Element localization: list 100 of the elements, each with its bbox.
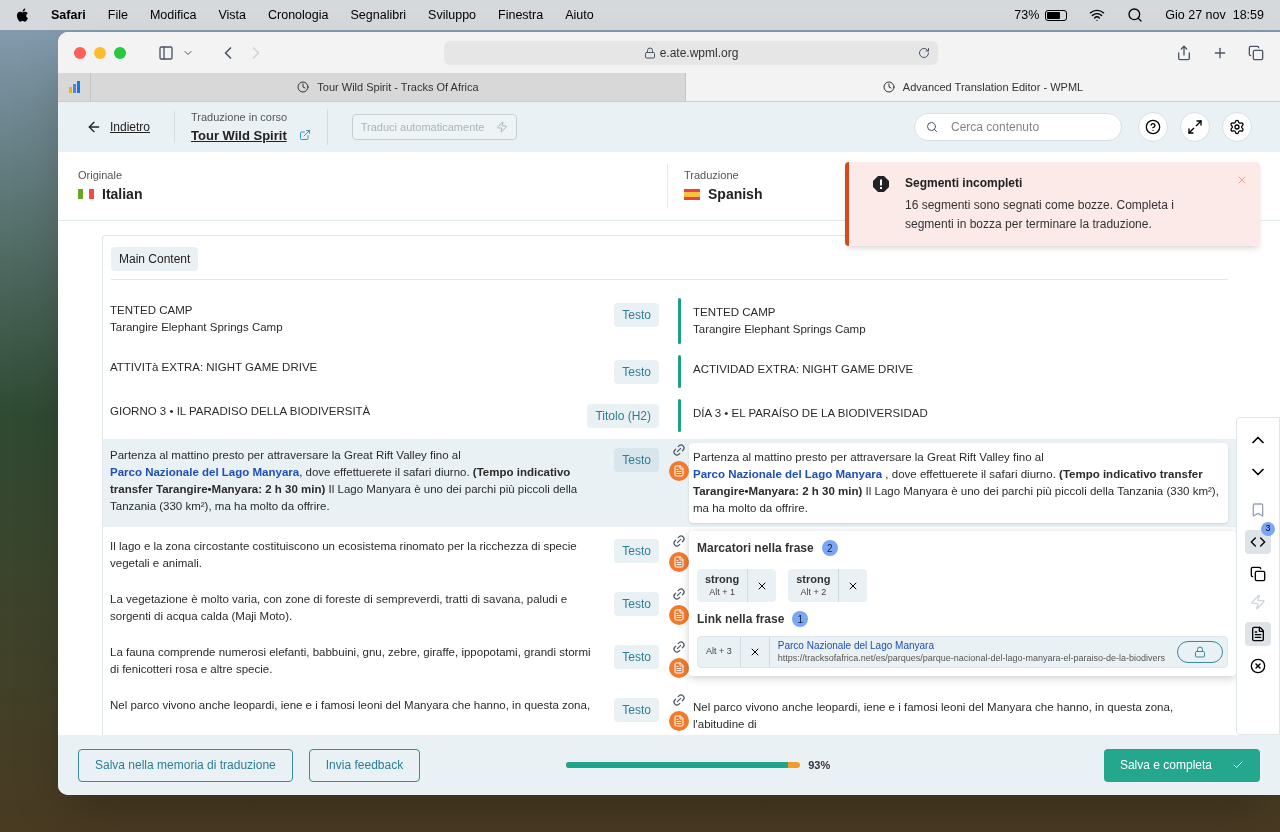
- panel-heading: Link nella frase: [697, 611, 785, 628]
- source-language-caption: Originale: [78, 168, 124, 184]
- lock-icon: [643, 46, 656, 59]
- draft-status-icon[interactable]: [669, 552, 689, 572]
- share-icon[interactable]: [1176, 44, 1192, 61]
- target-editor[interactable]: [689, 443, 1228, 523]
- marker-name: strong: [796, 573, 831, 586]
- count-badge: 2: [821, 540, 838, 556]
- marker-shortcut: Alt + 1: [709, 586, 735, 598]
- target-text: DÍA 3 • EL PARAÍSO DE LA BIODIVERSIDAD: [693, 406, 929, 421]
- link-shortcut: Alt + 3: [698, 637, 741, 667]
- source-language: Italian: [102, 184, 143, 204]
- link[interactable]: Parco Nazionale del Lago Manyara: [693, 468, 883, 480]
- segment-type-tag: Testo: [614, 645, 659, 669]
- help-button[interactable]: [1138, 112, 1168, 142]
- italy-flag-icon: [78, 189, 94, 200]
- source-text: La fauna comprende numerosi elefanti, babbuini, gnu, zebre, giraffe, ippopotami, grandi stormi di fenicotteri rosa e altre specie.: [110, 645, 592, 677]
- target-text: TENTED CAMP Tarangire Elephant Springs Camp: [693, 305, 867, 337]
- segment-type-tag: Testo: [614, 303, 659, 327]
- draft-status-icon[interactable]: [669, 658, 689, 678]
- source-text: ATTIVITà EXTRA: NIGHT GAME DRIVE: [110, 360, 319, 375]
- menu-item[interactable]: Vista: [218, 5, 247, 25]
- menu-item[interactable]: Modifica: [149, 5, 197, 25]
- menu-clock[interactable]: Gio 27 nov 18:59: [1165, 5, 1264, 25]
- address-bar[interactable]: e.ate.wpml.org: [444, 40, 938, 65]
- source-text: Partenza al mattino presto per attraversare la Great Rift Valley fino al Parco Nazionale del Lago Manyara, dove effettuerete il safari diurno. (Tempo indicativo transfer Tarangire•Manyara: 2 h 30 min) Il Lago Manyara è uno dei parchi più piccoli della Tanzania (330 km²), ma ha molto da offrire.: [110, 448, 579, 514]
- bookmark-icon[interactable]: [1250, 502, 1266, 518]
- lock-button[interactable]: [1177, 640, 1223, 663]
- menu-item[interactable]: Finestra: [498, 5, 544, 25]
- close-circle-icon[interactable]: [1250, 658, 1266, 674]
- menu-item[interactable]: File: [107, 5, 128, 25]
- panel-heading: Marcatori nella frase: [697, 540, 814, 557]
- source-cell[interactable]: [103, 439, 669, 527]
- tags-badge: 3: [1261, 522, 1275, 536]
- search-field[interactable]: Cerca contenuto: [914, 113, 1122, 141]
- target-editor[interactable]: TENTED CAMP Tarangire Elephant Springs Camp: [689, 298, 1228, 344]
- browser-tab[interactable]: Tour Wild Spirit - Tracks Of Africa: [90, 73, 686, 101]
- menu-item[interactable]: Segnalibri: [350, 5, 407, 25]
- link-url: https://tracksofafrica.net/es/parques/parque-nacional-del-lago-manyara-el-paraiso-de-la-biodivers: [777, 651, 1166, 664]
- close-window-button[interactable]: [74, 46, 86, 59]
- marker-chip[interactable]: strong Alt + 2: [788, 569, 868, 602]
- expand-icon[interactable]: [1187, 119, 1203, 135]
- notes-icon[interactable]: [1250, 626, 1266, 642]
- sidebar-icon[interactable]: [158, 44, 174, 61]
- tab-overview-icon[interactable]: [1248, 44, 1264, 61]
- target-editor[interactable]: Nel parco vivono anche leopardi, iene e i famosi leoni del Manyara che hanno, in questa zona, l'abitudine di: [689, 693, 1228, 735]
- segment-type-tag: Titolo (H2): [587, 404, 659, 428]
- segment-type-tag: Testo: [614, 448, 659, 472]
- battery-icon[interactable]: [1045, 9, 1068, 21]
- notification-title: Segmenti incompleti: [905, 175, 1024, 192]
- link-title: Parco Nazionale del Lago Manyara: [777, 639, 935, 652]
- page-title-link[interactable]: Tour Wild Spirit: [191, 125, 287, 145]
- spain-flag-icon: [684, 188, 700, 200]
- source-text: La vegetazione è molto varia, con zone di foreste di sempreverdi, tratti di savana, paludi e sorgenti di acqua calda (Maji Moto).: [110, 592, 569, 624]
- menu-item[interactable]: Cronologia: [268, 5, 329, 25]
- save-memory-button[interactable]: Salva nella memoria di traduzione: [78, 748, 293, 782]
- code-icon[interactable]: [1250, 534, 1266, 550]
- draft-status-icon[interactable]: [669, 605, 689, 625]
- tags-button[interactable]: [1245, 530, 1271, 554]
- external-link-icon[interactable]: [298, 129, 311, 142]
- marker-name: strong: [705, 573, 740, 586]
- progress-reading: 93%: [808, 757, 831, 773]
- draft-status-icon[interactable]: [669, 461, 689, 481]
- feedback-button[interactable]: Invia feedback: [308, 748, 421, 782]
- back-arrow-icon[interactable]: [86, 119, 102, 135]
- wifi-icon[interactable]: [1089, 7, 1106, 23]
- tab-favicon-icon: [882, 81, 895, 93]
- target-language-caption: Traduzione: [684, 168, 740, 184]
- menu-app-name[interactable]: Safari: [51, 5, 86, 25]
- notes-button[interactable]: [1245, 622, 1271, 646]
- browser-tab[interactable]: Advanced Translation Editor - WPML: [686, 73, 1280, 101]
- copy-icon[interactable]: [1250, 566, 1266, 582]
- target-text: Partenza al mattino presto per attraversare la Great Rift Valley fino al Parco Nazionale del Lago Manyara , dove effettuerete il safari diurno. (Tempo indicativo transfer Tarangire•Manyara: 2 h 30 min) Il Lago Manyara è uno dei parchi più piccoli della Tanzania (330 km²), ma ha molto da offrire.: [693, 450, 1220, 516]
- reload-icon[interactable]: [918, 46, 930, 59]
- pinned-tab[interactable]: [58, 73, 90, 101]
- marker-chip[interactable]: strong Alt + 1: [697, 569, 777, 602]
- target-text: ACTIVIDAD EXTRA: NIGHT GAME DRIVE: [693, 362, 915, 377]
- source-text: TENTED CAMP Tarangire Elephant Springs Camp: [110, 303, 284, 335]
- lock-icon[interactable]: [1194, 645, 1206, 658]
- menu-item[interactable]: Sviluppo: [428, 5, 477, 25]
- source-text: GIORNO 3 • IL PARADISO DELLA BIODIVERSITÀ: [110, 404, 372, 419]
- menu-item[interactable]: Aiuto: [565, 5, 594, 25]
- back-link[interactable]: Indietro: [86, 111, 176, 143]
- search-icon[interactable]: [1127, 7, 1144, 23]
- target-editor[interactable]: DÍA 3 • EL PARAÍSO DE LA BIODIVERSIDAD: [689, 399, 1228, 428]
- tab-favicon-icon: [297, 81, 310, 93]
- fullscreen-button[interactable]: [1180, 112, 1210, 142]
- address-text: e.ate.wpml.org: [659, 44, 739, 62]
- marker-shortcut: Alt + 2: [800, 586, 827, 598]
- target-text: Nel parco vivono anche leopardi, iene e i famosi leoni del Manyara che hanno, in questa zona, l'abitudine di: [693, 700, 1175, 732]
- target-editor[interactable]: ACTIVIDAD EXTRA: NIGHT GAME DRIVE: [689, 355, 1228, 384]
- search-icon: [926, 121, 938, 133]
- apple-logo-icon[interactable]: [16, 7, 29, 23]
- link-chip[interactable]: Alt + 3 Parco Nazionale del Lago Manyara https://tracksofafrica.net/es/parques/parque-nacional-del-lago-manyara-el-paraiso-de-la-biodivers: [697, 636, 1228, 668]
- settings-icon[interactable]: [1229, 119, 1245, 135]
- settings-button[interactable]: [1222, 112, 1252, 142]
- target-language: Spanish: [708, 184, 763, 204]
- help-icon[interactable]: [1145, 119, 1161, 135]
- segment-type-tag: Testo: [614, 698, 659, 722]
- check-icon[interactable]: [1232, 759, 1244, 771]
